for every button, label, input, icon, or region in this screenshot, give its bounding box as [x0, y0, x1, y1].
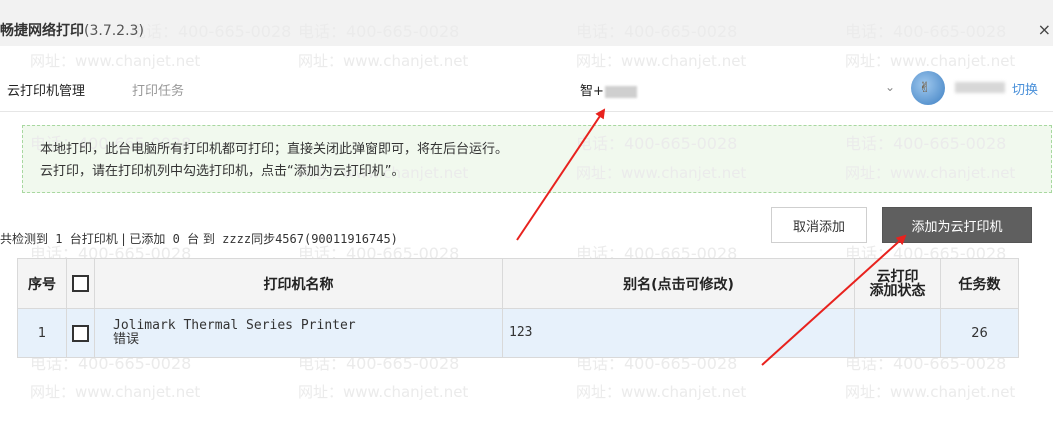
status-header-line: 添加状态 — [869, 282, 926, 299]
detected-count: 1 — [55, 232, 63, 246]
row-alias[interactable]: 123 — [502, 308, 855, 358]
close-icon[interactable]: × — [1038, 20, 1051, 39]
status-header-line: 云打印 — [876, 268, 919, 285]
add-cloud-printer-button[interactable]: 添加为云打印机 — [882, 207, 1032, 243]
watermark-site: 网址：www.chanjet.net — [30, 383, 201, 401]
cancel-add-button[interactable]: 取消添加 — [771, 207, 867, 243]
column-header-status: 云打印 添加状态 — [854, 258, 941, 309]
notice-local-print: 本地打印，此台电脑所有打印机都可打印；直接关闭此弹窗即可，将在后台运行。 — [40, 142, 509, 157]
target-account: zzzz同步4567(90011916745) — [222, 232, 398, 246]
row-select-cell — [66, 308, 95, 358]
avatar[interactable]: ✌ — [911, 71, 945, 105]
notice-cloud-print: 云打印，请在打印机列中勾选打印机，点击“添加为云打印机”。 — [40, 164, 405, 179]
summary-text: 台 到 — [187, 232, 215, 246]
column-header-tasks: 任务数 — [940, 258, 1019, 309]
company-selector[interactable]: 智+ — [580, 80, 637, 99]
watermark-site: 网址：www.chanjet.net — [845, 383, 1016, 401]
printer-table: 序号 打印机名称 别名(点击可修改) 云打印 添加状态 任务数 1 Jolimar… — [17, 258, 1019, 358]
select-all-cell — [66, 258, 95, 309]
table-row[interactable]: 1 Jolimark Thermal Series Printer 错误 123 … — [17, 308, 1019, 358]
row-printer-name-cell: Jolimark Thermal Series Printer 错误 — [94, 308, 503, 358]
row-seq: 1 — [17, 308, 67, 358]
column-header-name: 打印机名称 — [94, 258, 503, 309]
app-name: 畅捷网络打印 — [0, 23, 84, 39]
column-header-seq: 序号 — [17, 258, 67, 309]
column-header-alias: 别名(点击可修改) — [502, 258, 855, 309]
watermark-site: 网址：www.chanjet.net — [576, 383, 747, 401]
app-version: (3.7.2.3) — [84, 23, 144, 39]
switch-account-button[interactable]: 切换 — [1012, 79, 1038, 98]
title-bar — [0, 0, 1053, 46]
window-title: 畅捷网络打印(3.7.2.3) — [0, 20, 144, 40]
printer-status-text: 错误 — [113, 332, 140, 347]
chevron-down-icon[interactable]: ⌄ — [885, 80, 895, 94]
tab-print-tasks[interactable]: 打印任务 — [132, 80, 184, 99]
tab-cloud-printer-management[interactable]: 云打印机管理 — [7, 80, 85, 99]
company-name: 智+ — [580, 84, 604, 99]
select-all-checkbox[interactable] — [72, 275, 89, 292]
added-count: 0 — [172, 232, 180, 246]
notice-box — [22, 125, 1052, 193]
watermark-site: 网址：www.chanjet.net — [298, 383, 469, 401]
row-cloud-status — [854, 308, 941, 358]
row-task-count: 26 — [940, 308, 1019, 358]
detection-summary: 共检测到 1 台打印机 | 已添加 0 台 到 zzzz同步4567(90011… — [0, 230, 398, 247]
printer-name: Jolimark Thermal Series Printer — [113, 318, 356, 333]
summary-text: 台打印机 | 已添加 — [69, 232, 166, 246]
row-checkbox[interactable] — [72, 324, 89, 342]
table-header: 序号 打印机名称 别名(点击可修改) 云打印 添加状态 任务数 — [17, 258, 1019, 309]
redacted-username — [955, 82, 1005, 93]
summary-text: 共检测到 — [0, 232, 49, 246]
redacted-text — [604, 85, 637, 98]
